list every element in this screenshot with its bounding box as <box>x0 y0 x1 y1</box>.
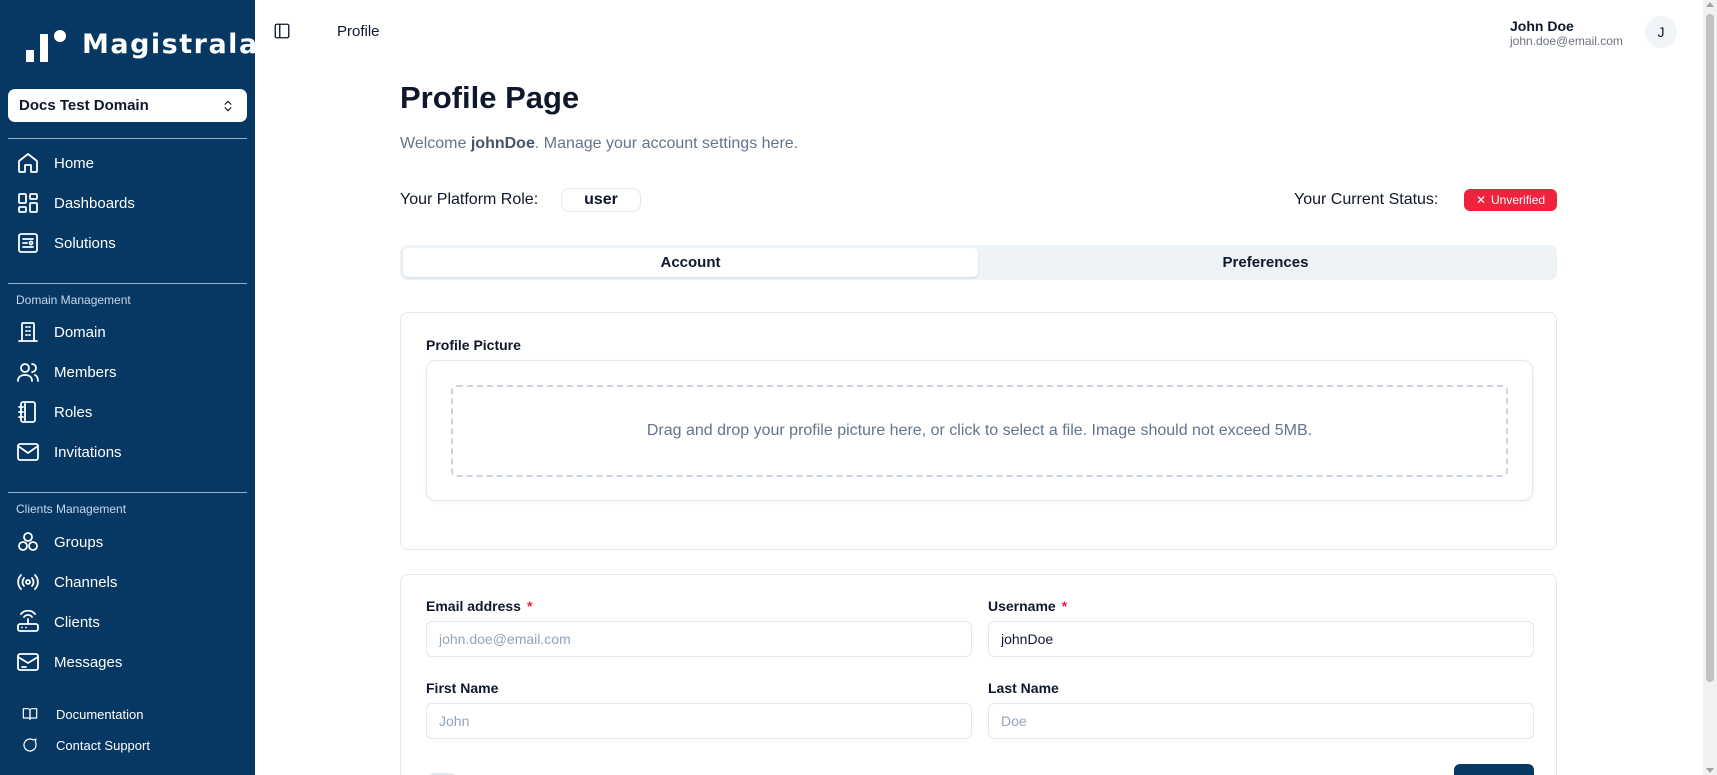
welcome-text: Welcome johnDoe. Manage your account set… <box>400 135 799 152</box>
groups-icon <box>18 532 38 551</box>
user-name: John Doe <box>1510 18 1574 34</box>
sidebar-item-label: Home <box>54 154 95 172</box>
sidebar-item-solutions[interactable]: Solutions <box>16 231 116 255</box>
domain-icon <box>18 322 38 342</box>
domain-selector-value: Docs Test Domain <box>19 97 149 114</box>
home-icon <box>18 153 38 173</box>
sidebar-item-label: Contact Support <box>56 737 150 753</box>
sidebar-item-domain[interactable]: Domain <box>16 320 106 344</box>
sidebar-item-invitations[interactable]: Invitations <box>16 440 122 464</box>
sidebar-item-roles[interactable]: Roles <box>16 400 92 424</box>
platform-role-label: Your Platform Role: <box>400 191 539 208</box>
sidebar-item-clients[interactable]: Clients <box>16 610 100 634</box>
brand-logo[interactable]: Magistrala <box>26 26 259 62</box>
sidebar-item-label: Groups <box>54 533 104 551</box>
sidebar-item-groups[interactable]: Groups <box>16 530 103 554</box>
platform-role-badge: user <box>561 188 641 212</box>
last-name-label: Last Name <box>988 680 1059 696</box>
sidebar-item-members[interactable]: Members <box>16 360 117 384</box>
profile-picture-container: Drag and drop your profile picture here,… <box>426 360 1533 501</box>
sidebar-item-label: Invitations <box>54 443 122 461</box>
page-scrollbar[interactable] <box>1703 0 1717 775</box>
x-icon: ✕ <box>1475 193 1487 207</box>
sidebar-item-home[interactable]: Home <box>16 151 94 175</box>
scroll-up-icon[interactable] <box>1706 2 1714 7</box>
submit-button[interactable] <box>1454 764 1534 775</box>
scroll-down-icon[interactable] <box>1706 768 1714 773</box>
sidebar-item-label: Documentation <box>56 706 144 722</box>
profile-tabs: Account Preferences <box>400 245 1557 280</box>
status-badge-text: Unverified <box>1491 193 1546 207</box>
sidebar: Magistrala Docs Test Domain Home Dashboa… <box>0 0 257 775</box>
profile-picture-dropzone[interactable]: Drag and drop your profile picture here,… <box>451 385 1508 477</box>
solutions-icon <box>18 233 38 253</box>
account-form-card: Email address* Username* First Name Last… <box>400 574 1557 775</box>
sidebar-item-label: Roles <box>54 403 93 421</box>
sidebar-item-messages[interactable]: Messages <box>16 650 122 674</box>
sidebar-item-label: Solutions <box>54 234 116 252</box>
first-name-field[interactable] <box>426 703 972 739</box>
user-email: john.doe@email.com <box>1510 34 1623 48</box>
book-icon <box>22 708 38 720</box>
sidebar-item-documentation[interactable]: Documentation <box>22 702 143 726</box>
breadcrumb: Profile <box>337 23 380 40</box>
welcome-username: johnDoe <box>470 135 535 152</box>
channels-icon <box>17 574 39 590</box>
chat-icon <box>23 738 37 752</box>
roles-icon <box>18 401 36 423</box>
sidebar-item-label: Members <box>54 363 117 381</box>
status-badge: ✕ Unverified <box>1464 189 1557 211</box>
sidebar-item-dashboards[interactable]: Dashboards <box>16 191 135 215</box>
scrollbar-thumb[interactable] <box>1706 14 1714 682</box>
username-field[interactable] <box>988 621 1534 657</box>
brand-name: Magistrala <box>82 28 259 60</box>
domain-selector[interactable]: Docs Test Domain <box>8 89 247 122</box>
sidebar-divider <box>8 492 247 493</box>
sidebar-toggle-button[interactable] <box>273 22 291 40</box>
tab-account[interactable]: Account <box>403 248 978 277</box>
section-label-clients: Clients Management <box>16 502 127 516</box>
avatar[interactable]: J <box>1645 16 1677 48</box>
user-menu[interactable]: John Doe john.doe@email.com <box>1510 18 1623 48</box>
profile-picture-card: Profile Picture Drag and drop your profi… <box>400 312 1557 550</box>
current-status-label: Your Current Status: <box>1294 191 1439 208</box>
messages-icon <box>17 653 39 671</box>
router-icon <box>17 610 39 632</box>
sidebar-item-label: Messages <box>54 653 123 671</box>
members-icon <box>17 363 39 382</box>
tab-preferences[interactable]: Preferences <box>978 248 1553 277</box>
sidebar-divider <box>8 138 247 139</box>
dashboard-icon <box>18 193 38 213</box>
profile-picture-label: Profile Picture <box>426 337 521 353</box>
sidebar-item-channels[interactable]: Channels <box>16 570 117 594</box>
section-label-domain: Domain Management <box>16 293 131 307</box>
last-name-field[interactable] <box>988 703 1534 739</box>
first-name-label: First Name <box>426 680 499 696</box>
email-label: Email address * <box>426 598 533 614</box>
page-title: Profile Page <box>400 80 580 115</box>
sidebar-item-label: Domain <box>54 323 106 341</box>
mail-icon <box>17 443 39 461</box>
username-label: Username * <box>988 598 1068 614</box>
sidebar-divider <box>8 283 247 284</box>
sidebar-item-contact-support[interactable]: Contact Support <box>22 733 150 757</box>
sidebar-item-label: Clients <box>54 613 100 631</box>
sidebar-item-label: Channels <box>54 573 118 591</box>
sidebar-panel-icon <box>274 23 290 39</box>
sidebar-item-label: Dashboards <box>54 194 135 212</box>
email-field[interactable] <box>426 621 972 657</box>
logo-mark-icon <box>26 26 72 62</box>
chevrons-up-down-icon <box>224 100 232 111</box>
